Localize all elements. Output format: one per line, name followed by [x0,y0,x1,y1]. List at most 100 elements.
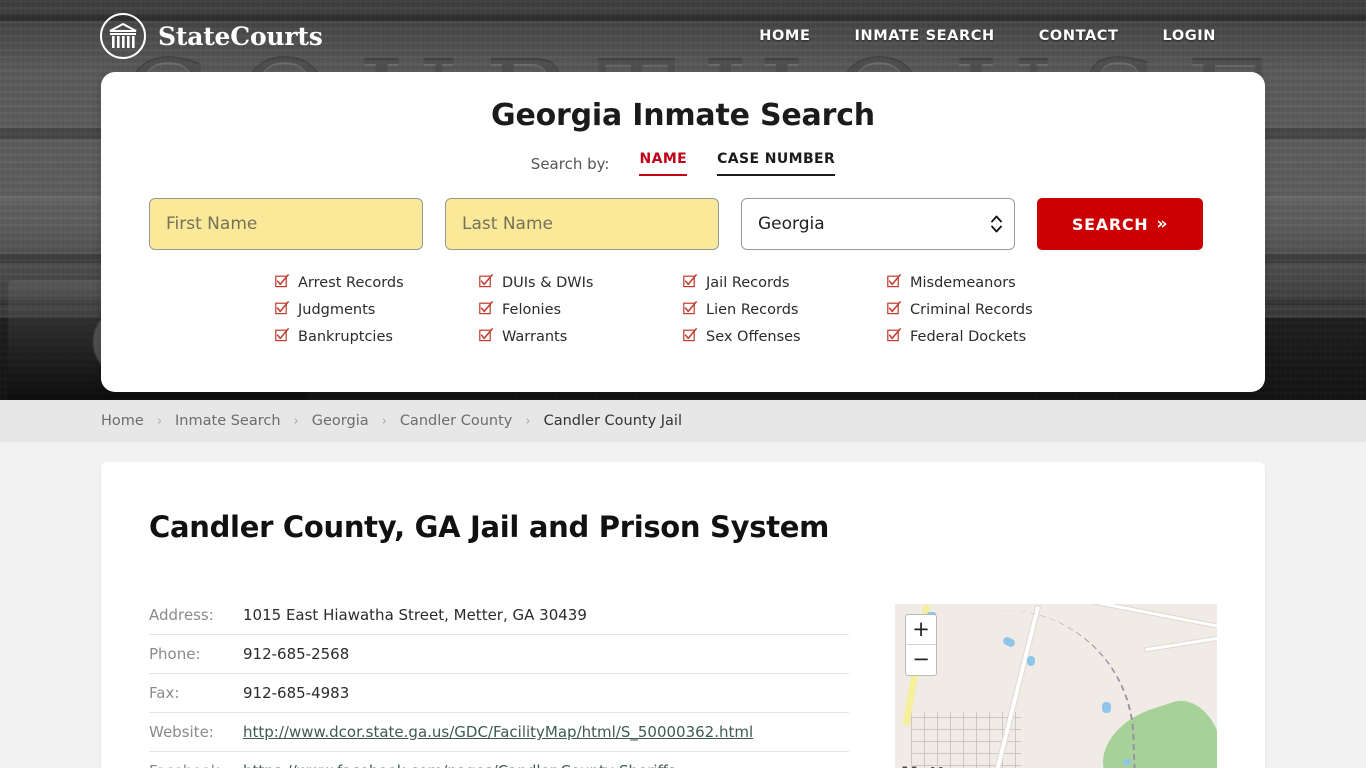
record-type-item[interactable]: Arrest Records [275,274,479,292]
map-water [1123,759,1131,765]
map-city-label: Metter [901,764,966,768]
record-type-label: Felonies [502,302,562,318]
search-card-title: Georgia Inmate Search [491,98,875,133]
chevron-right-icon: › [525,413,531,429]
record-type-label: DUIs & DWIs [502,275,594,291]
row-value-website: http://www.dcor.state.ga.us/GDC/Facility… [243,713,849,752]
courthouse-circle-logo-icon [100,13,146,59]
breadcrumb-item-current: Candler County Jail [543,413,682,429]
website-link[interactable]: http://www.dcor.state.ga.us/GDC/Facility… [243,723,753,741]
page-title: Candler County, GA Jail and Prison Syste… [149,510,830,544]
state-select[interactable]: Georgia [741,198,1015,250]
map-zoom-controls: + − [905,614,937,676]
table-row: Phone: 912-685-2568 [149,635,849,674]
row-key: Phone: [149,645,201,663]
breadcrumb-item-candler-county[interactable]: Candler County [400,413,513,429]
record-type-label: Judgments [298,302,376,318]
checkbox-checked-icon [275,301,289,319]
row-value-facebook: https://www.facebook.com/pages/Candler-C… [243,752,849,768]
checkbox-checked-icon [479,274,493,292]
map-zoom-out-button[interactable]: − [906,645,936,675]
nav-item-home[interactable]: HOME [759,28,810,44]
checkbox-checked-icon [479,328,493,346]
record-type-label: Federal Dockets [910,329,1027,345]
record-type-item[interactable]: DUIs & DWIs [479,274,683,292]
last-name-input[interactable] [445,198,719,250]
search-button-label: SEARCH [1071,214,1149,234]
row-key: Facebook: [149,752,243,768]
state-select-value: Georgia [758,214,825,234]
top-navigation-bar: StateCourts HOME INMATE SEARCH CONTACT L… [0,0,1366,72]
checkbox-checked-icon [275,328,289,346]
nav-item-login[interactable]: LOGIN [1163,28,1216,44]
chevron-updown-icon [991,215,1002,233]
record-type-label: Warrants [502,329,568,345]
checkbox-checked-icon [683,301,697,319]
facebook-link[interactable]: https://www.facebook.com/pages/Candler-C… [243,762,681,768]
breadcrumb: Home › Inmate Search › Georgia › Candler… [0,400,1366,442]
brand-name-text: StateCourts [158,21,323,51]
page-body: Candler County, GA Jail and Prison Syste… [0,442,1366,768]
row-key: Fax: [149,684,180,702]
chevron-right-icon: › [381,413,387,429]
record-type-item[interactable]: Sex Offenses [683,328,887,346]
nav-item-contact[interactable]: CONTACT [1039,28,1119,44]
map-zoom-in-button[interactable]: + [906,615,936,645]
chevron-right-icon: › [156,413,163,429]
row-key: Website: [149,723,214,741]
record-type-item[interactable]: Lien Records [683,301,887,319]
record-types-list: Arrest Records Judgments Bankruptcies DU… [149,274,1217,346]
hero-header: COURTHOUSE StateCourts HOME INMATE SEARC… [0,0,1366,400]
checkbox-checked-icon [887,301,901,319]
row-value-fax: 912-685-4983 [243,684,350,702]
checkbox-checked-icon [683,328,697,346]
breadcrumb-item-inmate-search[interactable]: Inmate Search [175,413,281,429]
record-type-item[interactable]: Felonies [479,301,683,319]
table-row: Facebook: https://www.facebook.com/pages… [149,752,849,768]
map-water [1102,702,1111,713]
record-type-item[interactable]: Warrants [479,328,683,346]
record-type-label: Arrest Records [298,275,404,291]
record-type-label: Lien Records [706,302,799,318]
inmate-search-card: Georgia Inmate Search Search by: NAME CA… [101,72,1265,392]
record-type-item[interactable]: Judgments [275,301,479,319]
map-water [1027,656,1035,666]
checkbox-checked-icon [887,274,901,292]
record-type-item[interactable]: Criminal Records [887,301,1091,319]
checkbox-checked-icon [275,274,289,292]
row-value-address: 1015 East Hiawatha Street, Metter, GA 30… [243,606,587,624]
record-type-item[interactable]: Misdemeanors [887,274,1091,292]
record-type-label: Sex Offenses [706,329,801,345]
row-key: Address: [149,606,214,624]
double-chevron-right-icon: » [1156,214,1169,234]
record-type-label: Criminal Records [910,302,1033,318]
tab-name[interactable]: NAME [639,151,688,176]
record-type-item[interactable]: Bankruptcies [275,328,479,346]
table-row: Website: http://www.dcor.state.ga.us/GDC… [149,713,849,752]
record-type-label: Jail Records [706,275,790,291]
chevron-right-icon: › [293,413,299,429]
checkbox-checked-icon [683,274,697,292]
facility-detail-card: Candler County, GA Jail and Prison Syste… [101,462,1265,768]
tab-case-number[interactable]: CASE NUMBER [717,151,836,176]
row-value-phone: 912-685-2568 [243,645,350,663]
first-name-input[interactable] [149,198,423,250]
table-row: Fax: 912-685-4983 [149,674,849,713]
breadcrumb-item-home[interactable]: Home [101,413,144,429]
record-type-label: Misdemeanors [910,275,1016,291]
search-fields-row: Georgia SEARCH » [149,198,1217,250]
table-row: Address: 1015 East Hiawatha Street, Mett… [149,596,849,635]
search-button[interactable]: SEARCH » [1037,198,1203,250]
record-type-item[interactable]: Jail Records [683,274,887,292]
search-by-label: Search by: [530,154,610,173]
nav-item-inmate-search[interactable]: INMATE SEARCH [854,28,994,44]
breadcrumb-item-georgia[interactable]: Georgia [312,413,369,429]
brand-logo[interactable]: StateCourts [100,13,323,59]
facility-info-table: Address: 1015 East Hiawatha Street, Mett… [149,596,849,768]
checkbox-checked-icon [887,328,901,346]
search-by-tabs: Search by: NAME CASE NUMBER [149,151,1217,176]
checkbox-checked-icon [479,301,493,319]
record-type-item[interactable]: Federal Dockets [887,328,1091,346]
main-nav: HOME INMATE SEARCH CONTACT LOGIN [759,28,1216,44]
facility-location-map[interactable]: Metter + − [895,604,1217,768]
